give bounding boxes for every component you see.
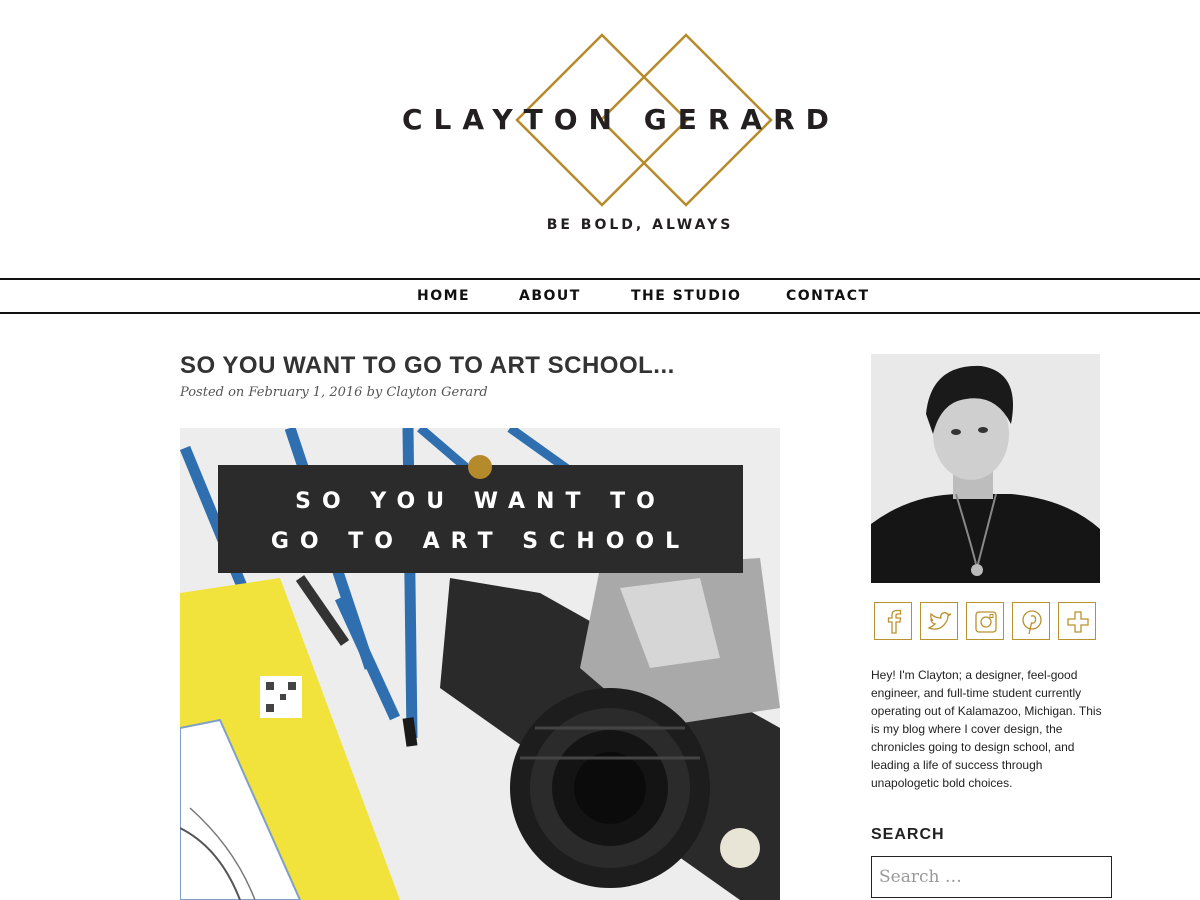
post-meta-by: by xyxy=(366,385,383,400)
nav-item-home[interactable]: HOME xyxy=(417,280,470,312)
search-heading: SEARCH xyxy=(871,826,945,843)
site-tagline: BE BOLD, ALWAYS xyxy=(546,217,734,233)
post-author-link[interactable]: Clayton Gerard xyxy=(386,385,487,400)
post-meta-prefix: Posted on xyxy=(180,385,245,400)
search-input[interactable] xyxy=(871,856,1112,898)
plus-icon[interactable] xyxy=(1058,602,1096,640)
hero-title-line-1: SO YOU WANT TO xyxy=(295,489,666,514)
author-avatar xyxy=(871,354,1100,583)
nav-item-the-studio[interactable]: THE STUDIO xyxy=(631,280,741,312)
person-portrait xyxy=(871,354,1100,583)
accent-dot xyxy=(468,455,492,479)
twitter-icon[interactable] xyxy=(920,602,958,640)
post-meta: Posted on February 1, 2016 by Clayton Ge… xyxy=(180,385,488,400)
nav-item-about[interactable]: ABOUT xyxy=(519,280,581,312)
hero-title-banner: SO YOU WANT TO GO TO ART SCHOOL xyxy=(218,455,743,573)
main-nav: HOME ABOUT THE STUDIO CONTACT xyxy=(0,278,1200,314)
site-header: CLAYTON GERARD BE BOLD, ALWAYS xyxy=(0,0,1200,270)
pinterest-icon[interactable] xyxy=(1012,602,1050,640)
post-date-link[interactable]: February 1, 2016 xyxy=(248,385,362,400)
post-hero-image[interactable]: SO YOU WANT TO GO TO ART SCHOOL xyxy=(180,428,780,900)
facebook-icon[interactable] xyxy=(874,602,912,640)
instagram-icon[interactable] xyxy=(966,602,1004,640)
author-bio: Hey! I'm Clayton; a designer, feel-good … xyxy=(871,668,1102,790)
hero-title-line-2: GO TO ART SCHOOL xyxy=(270,529,691,554)
post-title[interactable]: SO YOU WANT TO GO TO ART SCHOOL... xyxy=(180,352,675,380)
site-name[interactable]: CLAYTON GERARD xyxy=(402,100,882,140)
nav-item-contact[interactable]: CONTACT xyxy=(786,280,870,312)
